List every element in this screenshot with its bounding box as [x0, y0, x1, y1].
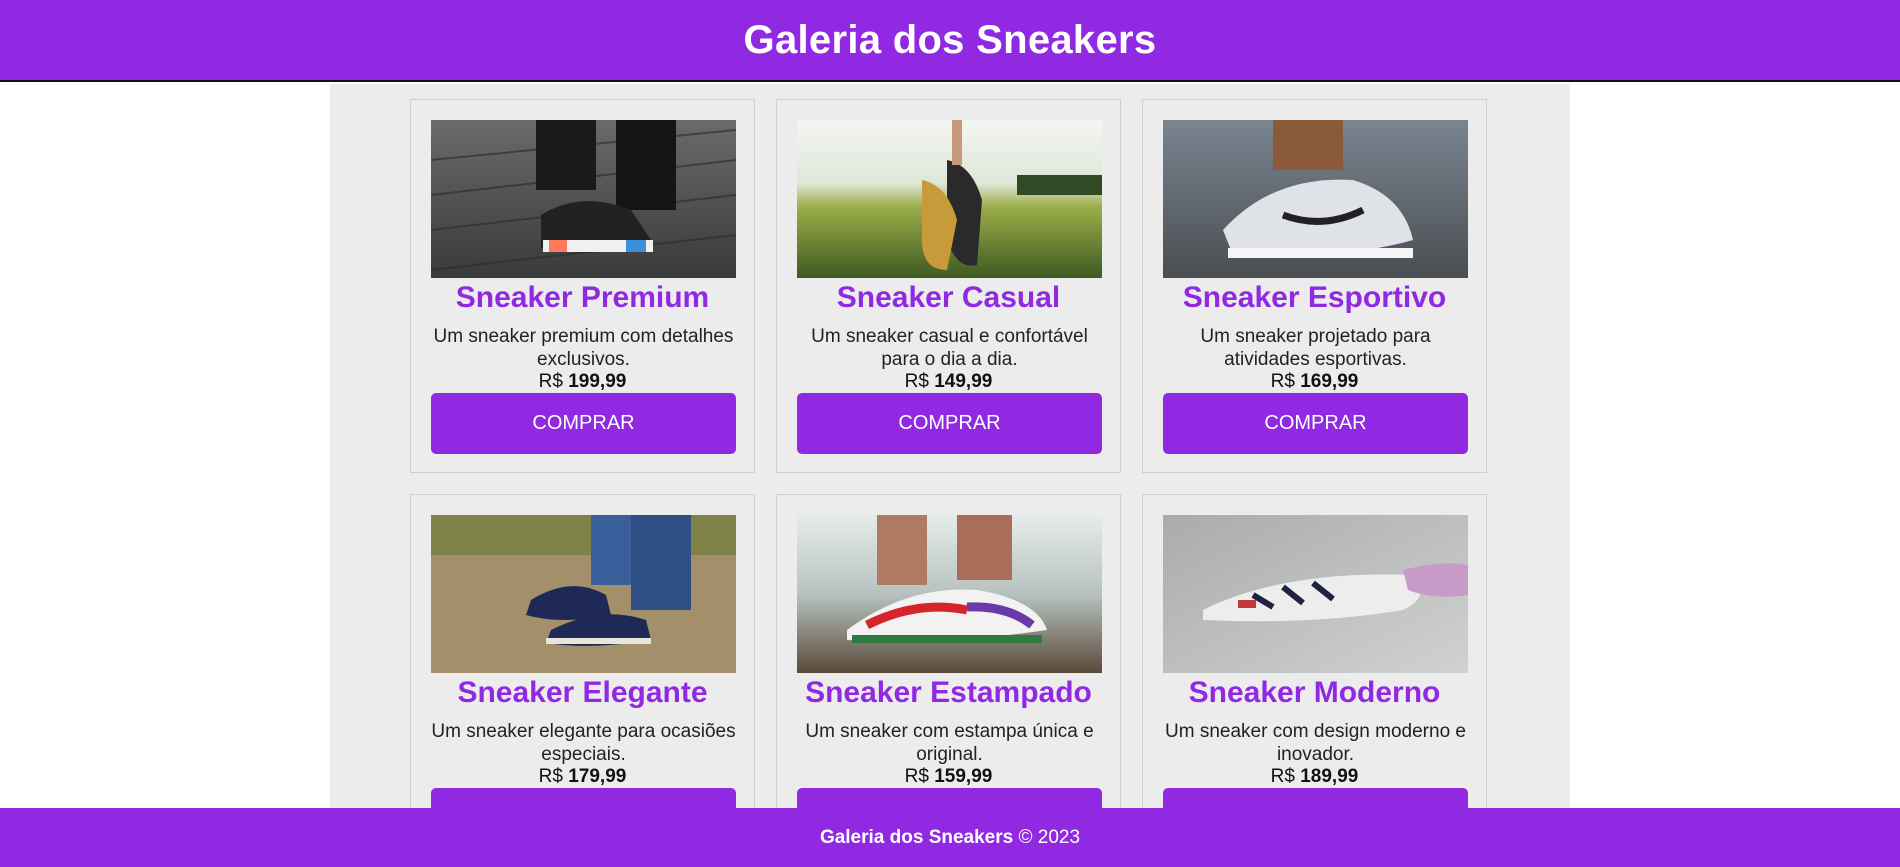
- product-description: Um sneaker com design moderno e inovador…: [1165, 721, 1466, 765]
- product-price: R$ 159,99: [777, 765, 1120, 788]
- price-value: 179,99: [568, 766, 627, 787]
- price-value: 169,99: [1300, 371, 1359, 392]
- footer-brand: Galeria dos Sneakers: [819, 826, 1014, 848]
- buy-button[interactable]: COMPRAR: [797, 393, 1102, 454]
- product-name: Sneaker Premium: [455, 281, 710, 314]
- price-currency: R$: [538, 766, 563, 787]
- buy-button[interactable]: COMPRAR: [1163, 393, 1468, 454]
- price-currency: R$: [538, 371, 563, 392]
- sneaker-photo-hand: [1163, 515, 1468, 673]
- sneaker-photo-field: [797, 120, 1102, 278]
- sneaker-photo-road: [1163, 120, 1468, 278]
- product-name: Sneaker Moderno: [1188, 676, 1441, 709]
- product-price: R$ 179,99: [411, 765, 754, 788]
- buy-button[interactable]: COMPRAR: [431, 788, 736, 808]
- footer-copyright: © 2023: [1018, 826, 1081, 848]
- product-card: Sneaker Casual Um sneaker casual e confo…: [776, 99, 1121, 473]
- product-grid: Sneaker Premium Um sneaker premium com d…: [410, 99, 1487, 808]
- page-title: Galeria dos Sneakers: [743, 17, 1157, 62]
- product-price: R$ 199,99: [411, 370, 754, 393]
- product-name: Sneaker Elegante: [457, 676, 708, 709]
- product-description: Um sneaker elegante para ocasiões especi…: [431, 721, 736, 765]
- product-description: Um sneaker com estampa única e original.: [805, 721, 1094, 765]
- product-description: Um sneaker projetado para atividades esp…: [1200, 326, 1431, 370]
- product-image: [797, 120, 1102, 278]
- product-price: R$ 149,99: [777, 370, 1120, 393]
- price-value: 149,99: [934, 371, 993, 392]
- price-value: 189,99: [1300, 766, 1359, 787]
- buy-button[interactable]: COMPRAR: [431, 393, 736, 454]
- product-description: Um sneaker premium com detalhes exclusiv…: [433, 326, 734, 370]
- product-card: Sneaker Estampado Um sneaker com estampa…: [776, 494, 1121, 808]
- product-image: [431, 120, 736, 278]
- product-image: [1163, 120, 1468, 278]
- price-value: 159,99: [934, 766, 993, 787]
- product-name: Sneaker Estampado: [805, 676, 1092, 709]
- product-image: [1163, 515, 1468, 673]
- site-header: Galeria dos Sneakers: [0, 0, 1900, 82]
- product-card: Sneaker Moderno Um sneaker com design mo…: [1142, 494, 1487, 808]
- sneaker-photo-dock: [797, 515, 1102, 673]
- product-card: Sneaker Esportivo Um sneaker projetado p…: [1142, 99, 1487, 473]
- product-gallery: Sneaker Premium Um sneaker premium com d…: [330, 84, 1570, 808]
- product-image: [797, 515, 1102, 673]
- product-image: [431, 515, 736, 673]
- price-currency: R$: [1270, 766, 1295, 787]
- sneaker-photo-gravel: [431, 515, 736, 673]
- product-card: Sneaker Premium Um sneaker premium com d…: [410, 99, 755, 473]
- buy-button[interactable]: COMPRAR: [1163, 788, 1468, 808]
- sneaker-photo-wood-floor: [431, 120, 736, 278]
- price-currency: R$: [1270, 371, 1295, 392]
- price-value: 199,99: [568, 371, 627, 392]
- product-description: Um sneaker casual e confortável para o d…: [811, 326, 1088, 370]
- price-currency: R$: [904, 371, 929, 392]
- product-price: R$ 189,99: [1143, 765, 1486, 788]
- product-card: Sneaker Elegante Um sneaker elegante par…: [410, 494, 755, 808]
- buy-button[interactable]: COMPRAR: [797, 788, 1102, 808]
- site-footer: Galeria dos Sneakers © 2023: [0, 808, 1900, 867]
- price-currency: R$: [904, 766, 929, 787]
- product-name: Sneaker Casual: [836, 281, 1061, 314]
- product-name: Sneaker Esportivo: [1182, 281, 1447, 314]
- product-price: R$ 169,99: [1143, 370, 1486, 393]
